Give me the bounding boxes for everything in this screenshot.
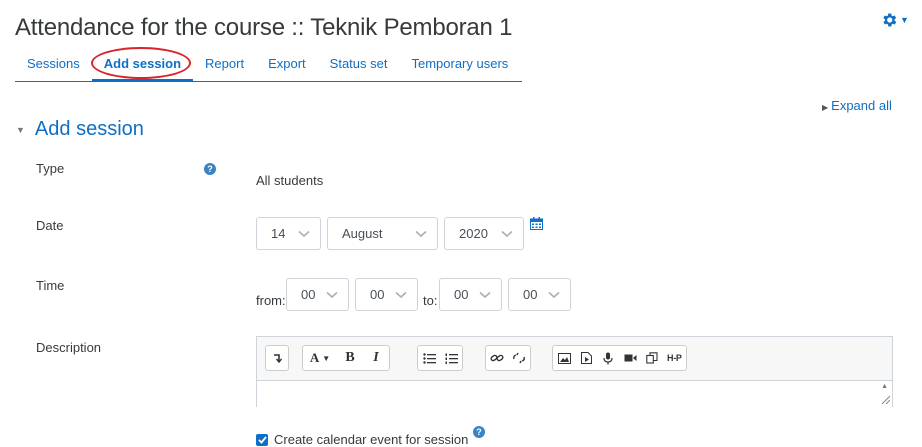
record-video-icon[interactable] (619, 346, 641, 370)
expand-all-link[interactable]: ▶ Expand all (822, 98, 892, 113)
italic-icon[interactable]: I (363, 346, 389, 370)
settings-menu-button[interactable]: ▼ (880, 10, 912, 30)
from-minute-value: 00 (370, 287, 385, 302)
month-value: August (342, 226, 383, 241)
chevron-down-icon (326, 291, 338, 299)
chevron-down-icon (395, 291, 407, 299)
chevron-down-icon (548, 291, 560, 299)
toolbar-group-links (485, 345, 531, 371)
font-label: A (309, 350, 320, 365)
toolbar-group-collapse (265, 345, 289, 371)
h5p-icon[interactable]: H-P (663, 346, 686, 370)
chevron-down-icon: ▼ (900, 15, 909, 25)
unordered-list-icon[interactable] (418, 346, 440, 370)
to-label: to: (423, 293, 438, 308)
to-hour-select[interactable]: 00 (439, 278, 502, 311)
question-circle-icon[interactable]: ? (204, 163, 216, 175)
tab-bar: Sessions Add session Report Export Statu… (15, 52, 522, 82)
section-title: Add session (34, 118, 144, 140)
tab-temporary-users[interactable]: Temporary users (399, 52, 520, 81)
chevron-down-icon (501, 230, 513, 238)
font-icon[interactable]: A ▼ (303, 346, 337, 370)
tab-status-set[interactable]: Status set (318, 52, 400, 81)
record-audio-icon[interactable] (597, 346, 619, 370)
day-select[interactable]: 14 (256, 217, 321, 250)
section-header-add-session[interactable]: ▼ Add session (16, 118, 144, 141)
time-label: Time (36, 278, 65, 293)
manage-files-icon[interactable] (641, 346, 663, 370)
caret-right-icon: ▶ (822, 103, 829, 112)
gear-icon (880, 11, 898, 29)
ordered-list-icon[interactable] (440, 346, 462, 370)
question-circle-icon[interactable]: ? (473, 426, 485, 438)
media-icon[interactable] (575, 346, 597, 370)
resize-handle-icon[interactable] (880, 394, 890, 404)
from-hour-value: 00 (301, 287, 316, 302)
chevron-down-icon (479, 291, 491, 299)
toolbar-group-media: H-P (552, 345, 687, 371)
month-select[interactable]: August (327, 217, 438, 250)
type-value: All students (256, 173, 324, 188)
type-label: Type (36, 161, 65, 176)
calendar-event-checkbox[interactable] (256, 433, 268, 446)
calendar-icon[interactable] (530, 217, 543, 230)
tab-export[interactable]: Export (256, 52, 318, 81)
description-label: Description (36, 340, 102, 355)
editor-toolbar: A ▼ B I H-P (257, 337, 892, 381)
day-value: 14 (271, 226, 286, 241)
from-label: from: (256, 293, 286, 308)
bold-icon[interactable]: B (337, 346, 363, 370)
year-select[interactable]: 2020 (444, 217, 524, 250)
link-icon[interactable] (486, 346, 508, 370)
from-hour-select[interactable]: 00 (286, 278, 349, 311)
toolbar-group-style: A ▼ B I (302, 345, 390, 371)
toolbar-group-lists (417, 345, 463, 371)
image-icon[interactable] (553, 346, 575, 370)
to-minute-select[interactable]: 00 (508, 278, 571, 311)
unlink-icon[interactable] (508, 346, 530, 370)
collapse-icon[interactable] (266, 346, 288, 370)
date-label: Date (36, 218, 64, 233)
to-minute-value: 00 (523, 287, 538, 302)
expand-all-label: Expand all (831, 98, 892, 113)
description-editor: A ▼ B I H-P ▲ (256, 336, 893, 407)
tab-sessions[interactable]: Sessions (15, 52, 92, 81)
chevron-down-icon (415, 230, 427, 238)
description-textarea[interactable] (257, 381, 892, 407)
from-minute-select[interactable]: 00 (355, 278, 418, 311)
year-value: 2020 (459, 226, 488, 241)
tab-report[interactable]: Report (193, 52, 256, 81)
page-title: Attendance for the course :: Teknik Pemb… (15, 14, 513, 41)
scroll-up-icon[interactable]: ▲ (881, 383, 888, 390)
tab-add-session[interactable]: Add session (91, 52, 194, 81)
to-hour-value: 00 (454, 287, 469, 302)
chevron-down-icon (298, 230, 310, 238)
caret-down-icon: ▼ (16, 124, 25, 135)
